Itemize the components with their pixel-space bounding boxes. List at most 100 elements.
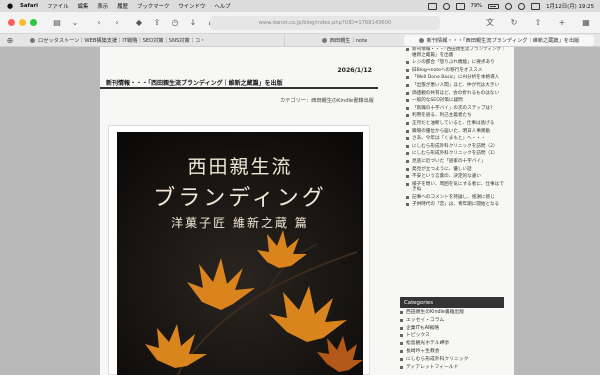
tab-overview-icon[interactable]: ▦ (580, 16, 592, 28)
keyboard-icon[interactable] (455, 2, 465, 10)
bullet-icon (406, 195, 409, 199)
new-tab-icon[interactable]: + (556, 16, 568, 28)
recent-post-item[interactable]: 子供時代の「恋」は、青年期に開始となる (406, 202, 506, 208)
wifi-icon[interactable] (505, 2, 513, 10)
recent-post-label: 新刊情報・・・「西田親生流ブランディング｜維新之蔵篇」を出版 (412, 47, 506, 58)
shield-icon[interactable]: ◆ (133, 17, 145, 29)
forward-button[interactable]: › (111, 17, 123, 29)
tab-note[interactable]: 西田親生｜note (284, 34, 404, 46)
rosetta-favicon-icon (30, 37, 35, 43)
recent-post-item[interactable]: 「就職の十字バイ」の次のステップは？ (406, 106, 506, 112)
post-date: 2026/1/12 (337, 67, 372, 74)
battery-icon[interactable] (488, 3, 500, 9)
address-bar[interactable]: www.danot.co.jp/blog/index.php?UID=17681… (210, 16, 440, 30)
recent-post-item[interactable]: 「出張が悪い人間」ほど、仲が代は大きい (406, 83, 506, 89)
bullet-icon (406, 144, 409, 148)
category-item[interactable]: 長崎吟ヶ生教会 (400, 349, 508, 355)
recent-post-label: 旧Blog⇒noteへの移行をオススメ (412, 67, 483, 73)
recent-post-item[interactable]: 旧Blog⇒noteへの移行をオススメ (406, 68, 506, 74)
tab-label: 西田親生｜note (329, 37, 368, 44)
category-label: ディアレットフィールド (406, 364, 459, 370)
menu-app-safari[interactable]: Safari (20, 3, 38, 9)
recent-post-label: 子供時代の「恋」は、青年期に開始となる (412, 202, 500, 208)
menu-window[interactable]: ウインドウ (178, 2, 205, 10)
recent-post-item[interactable]: 正月だと油断していると、仕事は逃げる (406, 121, 506, 127)
bullet-icon (400, 349, 403, 353)
add-bookmark-icon[interactable]: ⊕ (4, 34, 16, 46)
fullscreen-window-button[interactable] (30, 19, 37, 26)
tab-active[interactable]: 新刊情報・・・「西田親生流ブランディング｜維新之蔵篇」を出版 (404, 34, 594, 46)
bullet-icon (406, 99, 409, 103)
post-category[interactable]: カテゴリー：西田親生のKindle書籍出版 (280, 97, 374, 104)
recent-post-label: にしむら形成外科クリニックを訪問（2） (412, 143, 498, 149)
translate-icon[interactable]: 文 (484, 16, 496, 28)
reload-icon[interactable]: ↻ (508, 16, 520, 28)
recent-post-label: さあ、今年は「くまもと」へ・・・ (412, 136, 486, 142)
recent-post-label: 不安という言葉の、決定的な違い (412, 174, 481, 180)
back-button[interactable]: ‹ (93, 17, 105, 29)
close-window-button[interactable] (8, 19, 15, 26)
bullet-icon (406, 106, 409, 110)
share-button-icon[interactable]: ⇧ (532, 16, 544, 28)
sidebar-toggle-icon[interactable]: ▤ (51, 17, 63, 29)
category-item[interactable]: エッセイ・コラム (400, 318, 508, 324)
clock[interactable]: 1月12日(月) 19:25 (546, 2, 594, 10)
share-icon[interactable]: ⇪ (151, 17, 163, 29)
recent-post-label: 記事へのコメントを持論し、感謝に感じ (412, 194, 495, 200)
recent-post-item[interactable]: さあ、今年は「くまもと」へ・・・ (406, 136, 506, 142)
bullet-icon (400, 365, 403, 369)
recent-post-item[interactable]: 利用を語る、利己主義者たち (406, 113, 506, 119)
book-cover-image[interactable]: 西田親生流 ブランディング 洋菓子匠 維新之蔵 篇 (117, 132, 363, 375)
recent-post-item[interactable]: 価値観の共有ほど、会の折れるものはない (406, 91, 506, 97)
history-icon[interactable]: ◷ (169, 17, 181, 29)
recent-post-item[interactable]: 不安という言葉の、決定的な違い (406, 174, 506, 180)
bullet-icon (406, 175, 409, 179)
menu-bookmarks[interactable]: ブックマーク (137, 2, 169, 10)
web-content: 2026/1/12 新刊情報・・・「西田親生流ブランディング｜維新之蔵篇」を出版… (0, 47, 600, 375)
chevron-down-icon[interactable]: ⌄ (69, 17, 81, 29)
recent-post-item[interactable]: 新刊情報・・・「西田親生流ブランディング｜維新之蔵篇」を出版 (406, 47, 506, 58)
menu-edit[interactable]: 編集 (78, 2, 89, 10)
category-item[interactable]: にしむら形成外科クリニック (400, 357, 508, 363)
recent-post-label: 発見が立つように、優しい話 (412, 166, 472, 172)
menu-help[interactable]: ヘルプ (214, 2, 230, 10)
post-header: 2026/1/12 新刊情報・・・「西田親生流ブランディング｜維新之蔵篇」を出版 (100, 67, 378, 89)
safari-toolbar: ▤ ⌄ ‹ › ◆ ⇪ ◷ ↓ ⌂ ◇ www.danot.co.jp/blog… (0, 12, 600, 34)
recent-post-item[interactable]: 記事へのコメントを持論し、感謝に感じ (406, 195, 506, 201)
category-item[interactable]: 松島観光ホテル岬亭 (400, 341, 508, 347)
search-icon[interactable] (518, 2, 526, 10)
bullet-icon (406, 152, 409, 156)
recent-post-item[interactable]: 職場の優位から届いた、明日人事異動 (406, 129, 506, 135)
post-title[interactable]: 新刊情報・・・「西田親生流ブランディング｜維新之蔵篇」を出版 (106, 78, 283, 87)
bullet-icon (406, 68, 409, 72)
recent-post-item[interactable]: 一般的なSEO対策に疑問 (406, 98, 506, 104)
bullet-icon (406, 91, 409, 95)
menu-file[interactable]: ファイル (47, 2, 69, 10)
control-center-icon[interactable] (531, 2, 541, 10)
category-item[interactable]: 企業ITもAI戦略 (400, 326, 508, 332)
category-item[interactable]: トピックス (400, 333, 508, 339)
menu-view[interactable]: 表示 (97, 2, 108, 10)
recent-post-item[interactable]: レジの都合「怒りぶれ機能」に要点あり (406, 60, 506, 66)
recent-post-item[interactable]: 見逃に近づいた「語家の十字バイ」 (406, 159, 506, 165)
address-text: www.danot.co.jp/blog/index.php?UID=17681… (258, 20, 392, 26)
bullet-icon (400, 334, 403, 338)
recent-post-item[interactable]: 「Well Done Basic」にAI分析を本格導入 (406, 75, 506, 81)
display-icon[interactable] (427, 2, 437, 10)
menu-history[interactable]: 履歴 (117, 2, 128, 10)
recent-post-label: 正月だと油断していると、仕事は逃げる (412, 120, 495, 126)
minimize-window-button[interactable] (19, 19, 26, 26)
recent-post-label: にしむら形成外科クリニックを訪問（1） (412, 151, 498, 157)
recent-post-item[interactable]: 発見が立つように、優しい話 (406, 167, 506, 173)
recent-post-item[interactable]: にしむら形成外科クリニックを訪問（2） (406, 144, 506, 150)
category-item[interactable]: ディアレットフィールド (400, 365, 508, 371)
apple-menu-icon[interactable]: ● (6, 1, 14, 11)
bullet-icon (406, 182, 409, 186)
recent-post-item[interactable]: 様子を問い、周囲を気にする者に、仕事はできぬ (406, 182, 506, 193)
tab-rosettastone[interactable]: ロゼッタストーン｜WEB構築支援｜IT戦略｜SEO対策｜SNS対策｜コ・ (24, 35, 284, 46)
recent-post-item[interactable]: にしむら形成外科クリニックを訪問（1） (406, 151, 506, 157)
play-icon[interactable] (442, 2, 450, 10)
category-item[interactable]: 西田親生のKindle書籍出版 (400, 310, 508, 316)
bullet-icon (406, 83, 409, 87)
downloads-icon[interactable]: ↓ (187, 17, 199, 29)
